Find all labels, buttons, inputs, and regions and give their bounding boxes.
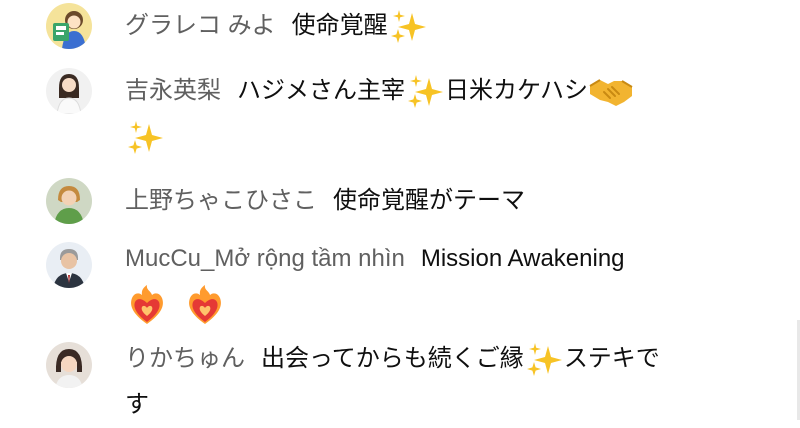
message-text: Mission Awakening <box>420 245 625 272</box>
author-name[interactable]: グラレコ みよ <box>125 12 276 39</box>
sparkles-icon <box>388 7 428 47</box>
author-name[interactable]: りかちゅん <box>125 345 245 372</box>
live-chat-list: グラレコ みよ 使命覚醒 吉永英梨 ハジメさん主宰 日米カケハシ 上野ちゃこひさ… <box>0 0 800 428</box>
message-text: 使命覚醒がテーマ <box>333 187 525 214</box>
author-name[interactable]: 上野ちゃこひさこ <box>125 187 317 214</box>
message-text: 出会ってからも続くご縁 <box>261 345 524 372</box>
avatar[interactable] <box>46 3 92 49</box>
sparkles-icon <box>524 340 564 380</box>
chat-message: グラレコ みよ 使命覚醒 <box>0 3 800 49</box>
message-text: 使命覚醒 <box>291 12 388 39</box>
avatar[interactable] <box>46 178 92 224</box>
chat-message: MucCu_Mở rộng tầm nhìn Mission Awakening <box>0 236 800 328</box>
avatar[interactable] <box>46 342 92 388</box>
message-text: す <box>125 391 149 418</box>
chat-message: りかちゅん 出会ってからも続くご縁 ステキです <box>0 336 800 428</box>
avatar[interactable] <box>46 242 92 288</box>
heart-on-fire-icon <box>183 284 227 328</box>
heart-on-fire-icon <box>125 284 169 328</box>
handshake-icon <box>588 72 634 112</box>
message-text: 日米カケハシ <box>445 77 589 104</box>
message-text: ステキで <box>563 345 660 372</box>
chat-message: 上野ちゃこひさこ 使命覚醒がテーマ <box>0 178 800 224</box>
sparkles-icon <box>125 118 165 158</box>
avatar[interactable] <box>46 68 92 114</box>
chat-message: 吉永英梨 ハジメさん主宰 日米カケハシ <box>0 68 800 160</box>
sparkles-icon <box>405 72 445 112</box>
message-text: ハジメさん主宰 <box>237 77 405 104</box>
author-name[interactable]: 吉永英梨 <box>125 77 221 104</box>
author-name[interactable]: MucCu_Mở rộng tầm nhìn <box>125 245 405 272</box>
